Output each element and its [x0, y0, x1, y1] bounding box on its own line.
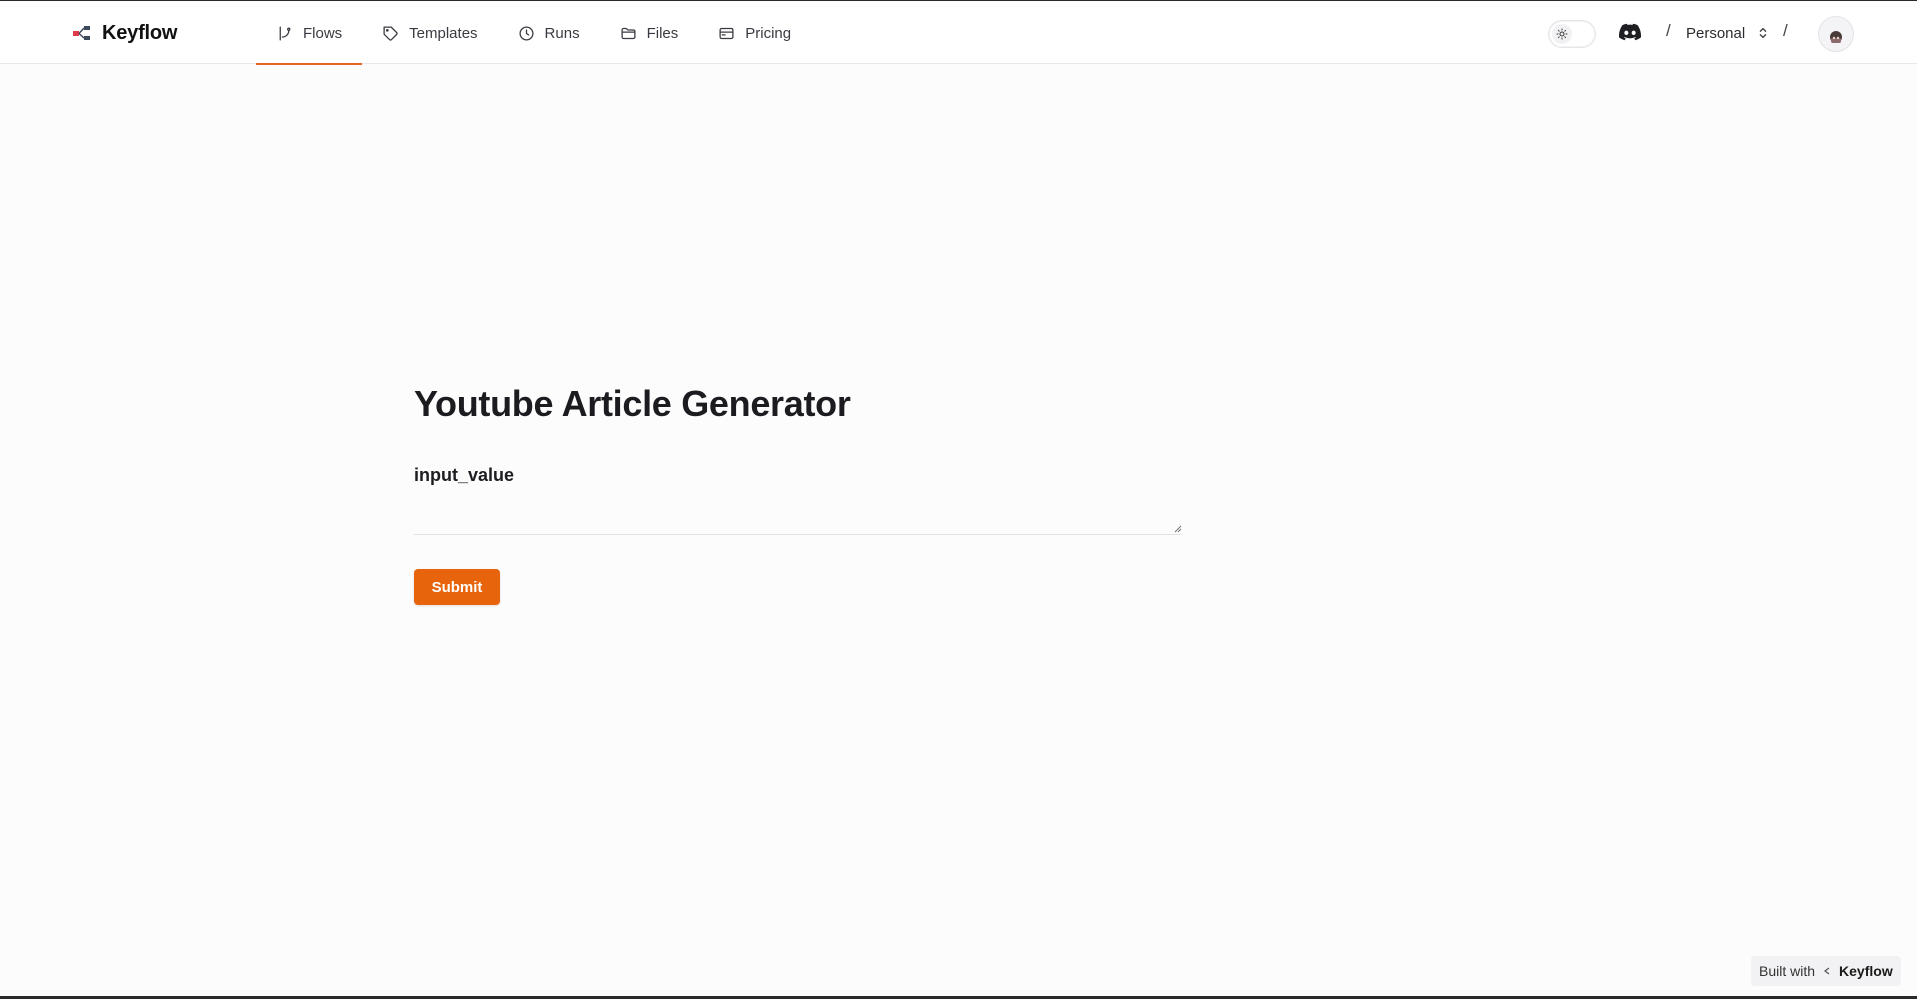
tag-icon: [383, 25, 398, 41]
breadcrumb-separator: /: [1666, 21, 1671, 40]
input-value-label: input_value: [414, 465, 515, 485]
input-value-field-wrapper: [414, 498, 1182, 535]
main-nav: Flows Templates Runs Files Pricing: [256, 2, 811, 65]
nav-item-templates[interactable]: Templates: [362, 2, 497, 64]
sun-icon: [1556, 28, 1568, 40]
nav-label-templates: Templates: [409, 24, 478, 42]
nav-label-runs: Runs: [544, 24, 580, 42]
clock-icon: [519, 25, 534, 41]
keyflow-logo-icon: [73, 26, 90, 40]
brand-logo-link[interactable]: Keyflow: [72, 2, 177, 64]
chevrons-up-down-icon: [1759, 27, 1767, 39]
built-with-badge[interactable]: Built with Keyflow: [1751, 956, 1901, 986]
credit-card-icon: [719, 27, 734, 39]
top-navigation-bar: Keyflow Flows Templates Runs Files Prici…: [0, 2, 1917, 65]
resize-handle-icon[interactable]: [1172, 523, 1182, 533]
discord-icon[interactable]: [1619, 23, 1641, 41]
brand-name: Keyflow: [102, 21, 178, 44]
user-avatar[interactable]: [1818, 16, 1854, 52]
theme-toggle-knob: [1552, 24, 1572, 44]
nav-label-files: Files: [646, 24, 679, 42]
avatar-image: [1830, 31, 1842, 43]
breadcrumb-separator: /: [1783, 21, 1788, 40]
submit-button[interactable]: Submit: [414, 569, 500, 605]
page-title: Youtube Article Generator: [414, 383, 851, 424]
git-branch-icon: [279, 25, 291, 41]
nav-item-runs[interactable]: Runs: [498, 2, 600, 64]
workspace-name: Personal: [1686, 24, 1746, 42]
input-value-textarea[interactable]: [414, 498, 1182, 534]
built-with-text: Built with: [1759, 963, 1816, 979]
nav-item-files[interactable]: Files: [600, 2, 699, 64]
nav-item-pricing[interactable]: Pricing: [698, 2, 811, 64]
built-with-brand: Keyflow: [1839, 963, 1893, 979]
workspace-selector[interactable]: Personal: [1686, 2, 1769, 64]
nav-label-pricing: Pricing: [745, 24, 792, 42]
app-frame: Keyflow Flows Templates Runs Files Prici…: [0, 0, 1917, 999]
keyflow-mini-logo-icon: [1824, 967, 1830, 975]
theme-toggle[interactable]: [1548, 20, 1596, 48]
folder-icon: [621, 27, 636, 39]
flow-run-form: Youtube Article Generator input_value Su…: [414, 383, 1182, 605]
nav-label-flows: Flows: [303, 24, 343, 42]
nav-item-flows[interactable]: Flows: [256, 2, 363, 65]
